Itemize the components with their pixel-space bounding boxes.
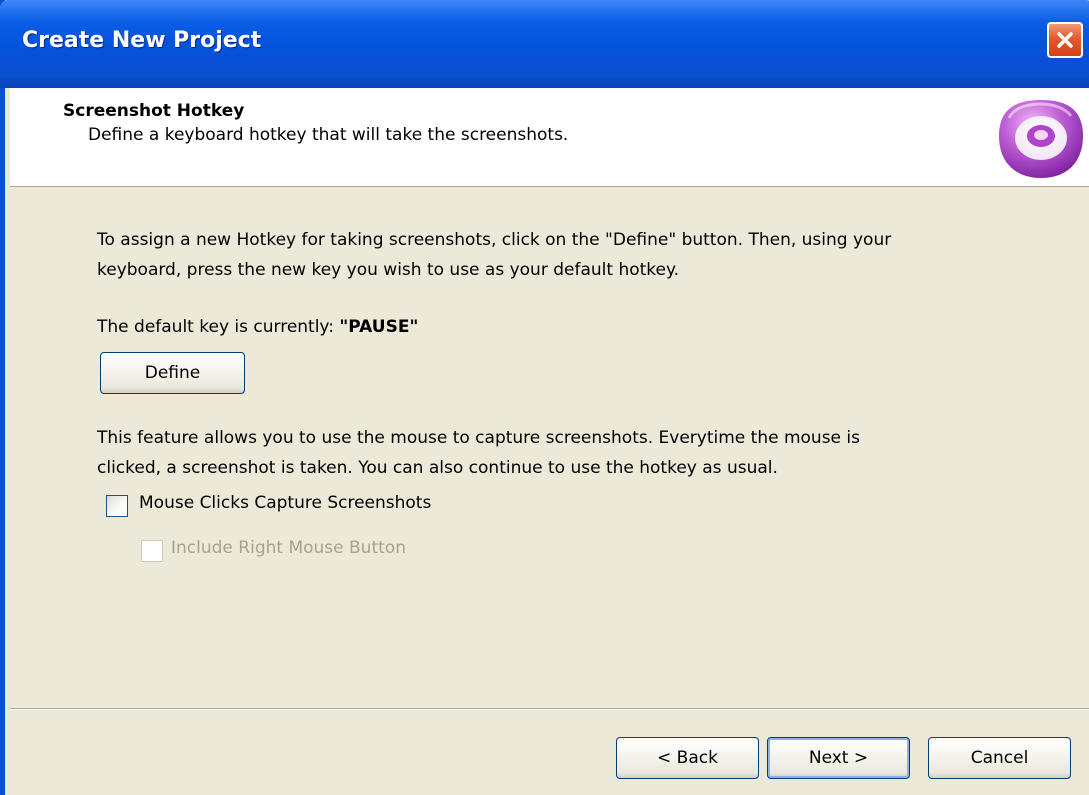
mouse-feature-text-line-2: clicked, a screenshot is taken. You can … bbox=[97, 458, 778, 478]
close-button[interactable] bbox=[1047, 22, 1083, 58]
mouse-clicks-checkbox-label[interactable]: Mouse Clicks Capture Screenshots bbox=[139, 493, 431, 513]
close-icon bbox=[1057, 32, 1073, 48]
mouse-feature-text-line-1: This feature allows you to use the mouse… bbox=[97, 428, 860, 448]
cancel-button[interactable]: Cancel bbox=[928, 737, 1071, 779]
next-button[interactable]: Next > bbox=[767, 737, 910, 779]
title-bar[interactable]: Create New Project bbox=[0, 0, 1089, 88]
page-subtitle: Define a keyboard hotkey that will take … bbox=[88, 125, 569, 145]
default-key-label: The default key is currently: bbox=[97, 317, 340, 337]
app-logo-icon bbox=[999, 100, 1083, 178]
dialog-window: Create New Project Screenshot Hotkey Def… bbox=[0, 0, 1089, 795]
include-right-mouse-checkbox-label: Include Right Mouse Button bbox=[171, 538, 406, 558]
back-button[interactable]: < Back bbox=[616, 737, 759, 779]
intro-text-line-2: keyboard, press the new key you wish to … bbox=[97, 260, 680, 280]
page-title: Screenshot Hotkey bbox=[63, 101, 245, 121]
define-button[interactable]: Define bbox=[100, 352, 245, 394]
intro-text-line-1: To assign a new Hotkey for taking screen… bbox=[97, 230, 892, 250]
default-key-text: The default key is currently: "PAUSE" bbox=[97, 312, 418, 342]
window-title: Create New Project bbox=[22, 28, 262, 53]
include-right-mouse-checkbox[interactable] bbox=[141, 540, 163, 562]
wizard-header: Screenshot Hotkey Define a keyboard hotk… bbox=[10, 88, 1089, 187]
footer-separator bbox=[10, 708, 1089, 710]
mouse-clicks-checkbox[interactable] bbox=[106, 495, 128, 517]
default-key-value: "PAUSE" bbox=[339, 317, 419, 337]
